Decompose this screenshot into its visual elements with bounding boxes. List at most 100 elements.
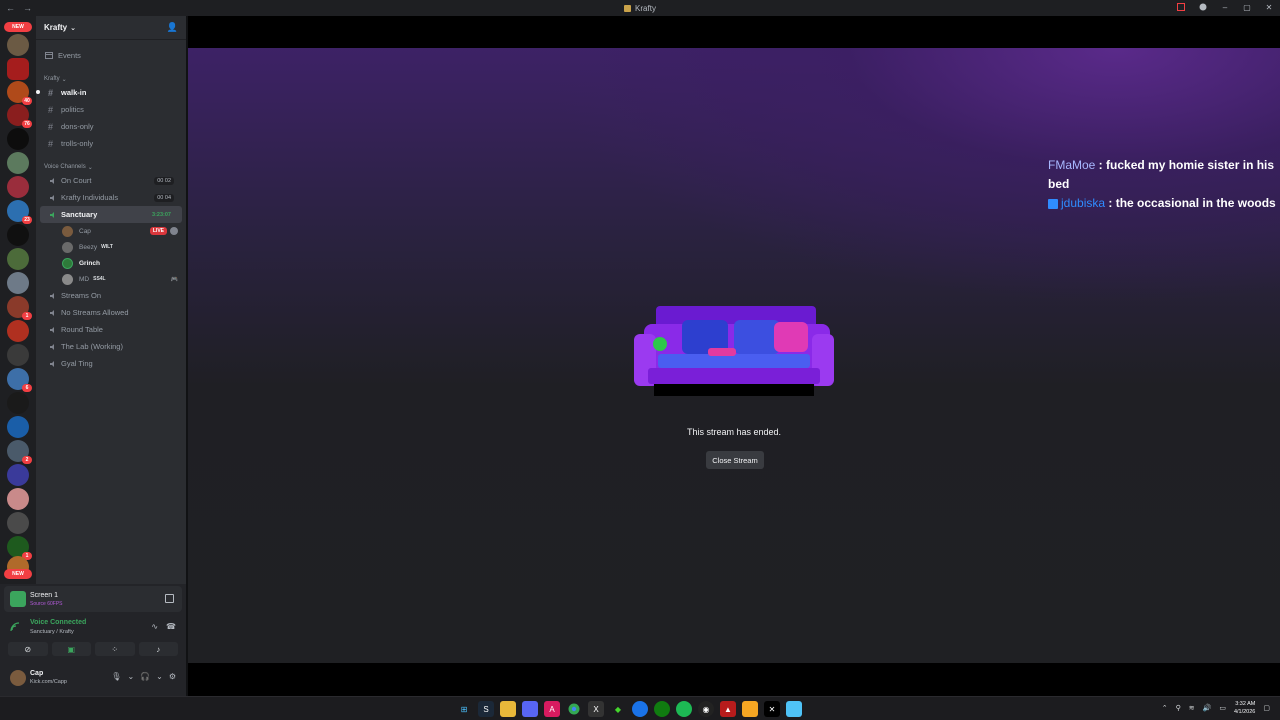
clock[interactable]: 3:32 AM 4/1/2026 bbox=[1234, 700, 1255, 716]
headphones-icon[interactable]: 🎧 bbox=[140, 672, 150, 681]
server-icon[interactable]: 76 bbox=[7, 104, 32, 128]
server-icon[interactable] bbox=[7, 224, 29, 246]
server-icon[interactable] bbox=[7, 464, 29, 486]
app-icon[interactable] bbox=[632, 701, 648, 717]
x-icon[interactable]: ✕ bbox=[764, 701, 780, 717]
channel-dons-only[interactable]: # dons-only bbox=[40, 118, 182, 135]
server-icon[interactable] bbox=[7, 34, 29, 56]
voice-channel-no-streams-allowed[interactable]: No Streams Allowed bbox=[40, 304, 182, 321]
speaker-icon bbox=[48, 176, 57, 185]
server-icon[interactable] bbox=[7, 128, 29, 150]
app-icon[interactable]: ◉ bbox=[698, 701, 714, 717]
voice-connection: Voice Connected Sanctuary / Krafty ∿ ☎ bbox=[8, 618, 178, 640]
server-icon[interactable]: 6 bbox=[7, 368, 32, 392]
server-icon[interactable] bbox=[7, 320, 29, 342]
category-text[interactable]: Krafty ⌄ bbox=[36, 74, 186, 84]
chevron-up-icon[interactable]: ⌃ bbox=[1162, 704, 1168, 712]
notification-icon[interactable]: ▢ bbox=[1263, 704, 1270, 712]
server-icon[interactable] bbox=[7, 512, 29, 534]
voice-channel-streams-on[interactable]: Streams On bbox=[40, 287, 182, 304]
voice-channel-round-table[interactable]: Round Table bbox=[40, 321, 182, 338]
server-icon[interactable] bbox=[7, 344, 29, 366]
wifi-icon[interactable]: ≋ bbox=[1189, 704, 1195, 712]
voice-location[interactable]: Sanctuary / Krafty bbox=[30, 629, 74, 635]
steam-icon[interactable]: S bbox=[478, 701, 494, 717]
server-icon[interactable] bbox=[7, 152, 29, 174]
voice-user-name: Grinch bbox=[79, 259, 100, 267]
server-icon[interactable] bbox=[7, 176, 29, 198]
stream-preview-card[interactable]: Screen 1 Source 60FPS bbox=[4, 586, 182, 612]
server-icon[interactable]: 1 bbox=[7, 296, 32, 320]
volume-icon[interactable]: 🔊 bbox=[1203, 704, 1212, 712]
xbox-icon[interactable] bbox=[654, 701, 670, 717]
voice-user-name: Cap bbox=[79, 227, 91, 235]
channel-label: Krafty Individuals bbox=[61, 193, 119, 202]
app-icon[interactable]: ▲ bbox=[720, 701, 736, 717]
server-icon[interactable]: 1 bbox=[7, 536, 32, 560]
minimize-icon[interactable]: – bbox=[1220, 2, 1230, 12]
close-stream-button[interactable]: Close Stream bbox=[706, 451, 764, 469]
server-icon[interactable] bbox=[7, 58, 29, 80]
server-icon[interactable]: 23 bbox=[7, 200, 32, 224]
discord-icon[interactable] bbox=[522, 701, 538, 717]
disconnect-icon[interactable]: ☎ bbox=[166, 622, 176, 631]
chrome-icon[interactable] bbox=[566, 701, 582, 717]
add-user-icon[interactable]: 👤 bbox=[167, 22, 178, 33]
voice-user-grinch[interactable]: Grinch bbox=[40, 255, 182, 271]
voice-channel-krafty-individuals[interactable]: Krafty Individuals 00 04 bbox=[40, 189, 182, 206]
usb-icon[interactable]: ⚲ bbox=[1176, 704, 1181, 712]
channel-politics[interactable]: # politics bbox=[40, 101, 182, 118]
stop-stream-icon[interactable] bbox=[165, 594, 174, 603]
watch-stream-icon[interactable] bbox=[170, 227, 178, 235]
voice-user-md[interactable]: MD SS4L 🎮 bbox=[40, 271, 182, 287]
spotify-icon[interactable] bbox=[676, 701, 692, 717]
screen-share-button[interactable]: ▣ bbox=[51, 642, 91, 656]
app-icon[interactable]: X bbox=[588, 701, 604, 717]
forward-arrow-icon[interactable]: → bbox=[23, 3, 32, 13]
server-icon[interactable] bbox=[7, 392, 29, 414]
chevron-down-icon[interactable]: ⌄ bbox=[156, 672, 163, 681]
server-icon[interactable]: 40 bbox=[7, 81, 32, 105]
voice-status[interactable]: Voice Connected bbox=[30, 619, 86, 626]
help-icon[interactable] bbox=[1198, 2, 1208, 12]
back-arrow-icon[interactable]: ← bbox=[6, 3, 15, 13]
server-icon[interactable] bbox=[7, 488, 29, 510]
server-icon[interactable] bbox=[7, 272, 29, 294]
close-icon[interactable]: ✕ bbox=[1264, 2, 1274, 12]
soundboard-button[interactable]: ♪ bbox=[138, 642, 178, 656]
app-icon[interactable]: A bbox=[544, 701, 560, 717]
voice-channel-the-lab[interactable]: The Lab (Working) bbox=[40, 338, 182, 355]
server-icon[interactable] bbox=[7, 416, 29, 438]
noise-suppression-icon[interactable]: ∿ bbox=[151, 622, 158, 631]
events-label: Events bbox=[58, 50, 81, 60]
channel-trolls-only[interactable]: # trolls-only bbox=[40, 135, 182, 152]
guild-header[interactable]: Krafty ⌄ 👤 bbox=[36, 16, 186, 40]
voice-channel-on-court[interactable]: On Court 00 02 bbox=[40, 172, 182, 189]
inbox-icon[interactable] bbox=[1176, 2, 1186, 12]
camera-button[interactable]: ⊘ bbox=[8, 642, 48, 656]
voice-user-cap[interactable]: Cap LIVE bbox=[40, 223, 182, 239]
start-icon[interactable]: ⊞ bbox=[456, 701, 472, 717]
chevron-down-icon[interactable]: ⌄ bbox=[127, 672, 134, 681]
channel-walk-in[interactable]: # walk-in bbox=[36, 84, 182, 101]
clock-time: 3:32 AM bbox=[1235, 701, 1256, 707]
folder-icon[interactable] bbox=[500, 701, 516, 717]
voice-channel-sanctuary[interactable]: Sanctuary 3:23:07 bbox=[40, 206, 182, 223]
voice-channel-gyal-ting[interactable]: Gyal Ting bbox=[40, 355, 182, 372]
battery-icon[interactable]: ▭ bbox=[1219, 704, 1226, 712]
microphone-icon[interactable]: 🎙 bbox=[111, 672, 121, 681]
user-name[interactable]: Cap bbox=[30, 670, 43, 677]
server-icon[interactable]: 2 bbox=[7, 440, 32, 464]
activities-button[interactable]: ⁘ bbox=[95, 642, 135, 656]
razer-icon[interactable]: ◆ bbox=[610, 701, 626, 717]
avatar[interactable] bbox=[10, 670, 26, 686]
app-icon[interactable] bbox=[786, 701, 802, 717]
maximize-icon[interactable]: ▢ bbox=[1242, 2, 1252, 12]
category-voice[interactable]: Voice Channels ⌄ bbox=[36, 162, 186, 172]
events-item[interactable]: Events bbox=[36, 46, 186, 64]
server-icon[interactable] bbox=[7, 248, 29, 270]
app-icon[interactable] bbox=[742, 701, 758, 717]
voice-user-beezy[interactable]: Beezy WILT bbox=[40, 239, 182, 255]
channel-label: Streams On bbox=[61, 291, 102, 300]
gear-icon[interactable]: ⚙ bbox=[169, 672, 176, 681]
